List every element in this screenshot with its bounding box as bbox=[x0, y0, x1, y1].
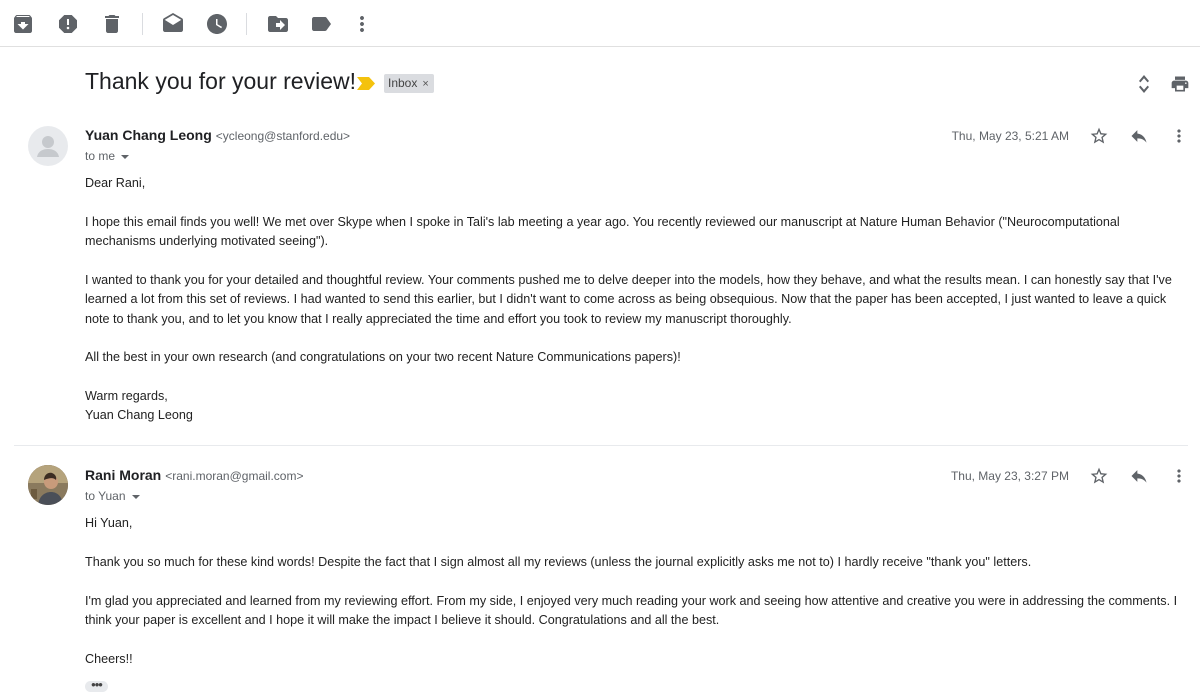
sender-email: <rani.moran@gmail.com> bbox=[165, 469, 304, 483]
message-divider bbox=[14, 445, 1188, 446]
message-body: Hi Yuan, bbox=[85, 514, 1185, 533]
star-icon[interactable] bbox=[1089, 126, 1109, 146]
chevron-down-icon bbox=[121, 154, 130, 159]
reply-icon[interactable] bbox=[1129, 126, 1149, 146]
body-paragraph: I wanted to thank you for your detailed … bbox=[85, 273, 1172, 326]
message-body: I hope this email finds you well! We met… bbox=[85, 213, 1185, 252]
label-chip-text: Inbox bbox=[388, 76, 418, 90]
recipient-details-toggle[interactable]: to Yuan bbox=[85, 489, 140, 503]
archive-icon[interactable] bbox=[11, 12, 35, 36]
thread-subject: Thank you for your review! bbox=[85, 68, 357, 94]
body-paragraph: Thank you so much for these kind words! … bbox=[85, 555, 1032, 569]
message-body: Cheers!! bbox=[85, 650, 1185, 669]
star-icon[interactable] bbox=[1089, 466, 1109, 486]
body-paragraph: Warm regards, bbox=[85, 389, 168, 403]
toolbar-separator bbox=[142, 13, 143, 35]
label-chip-inbox: Inbox × bbox=[384, 74, 434, 93]
more-vert-icon[interactable] bbox=[1169, 126, 1189, 146]
print-icon[interactable] bbox=[1170, 73, 1190, 95]
move-to-icon[interactable] bbox=[266, 12, 290, 36]
sender-name-text: Yuan Chang Leong bbox=[85, 127, 212, 143]
sender-name[interactable]: Rani Moran <rani.moran@gmail.com> bbox=[85, 467, 303, 483]
avatar-default-icon bbox=[28, 126, 68, 166]
delete-icon[interactable] bbox=[100, 12, 124, 36]
avatar-photo bbox=[28, 465, 68, 505]
body-paragraph: All the best in your own research (and c… bbox=[85, 350, 681, 364]
label-icon[interactable] bbox=[309, 12, 333, 36]
body-paragraph: Yuan Chang Leong bbox=[85, 408, 193, 423]
body-paragraph: I hope this email finds you well! We met… bbox=[85, 215, 1120, 249]
body-paragraph: Dear Rani, bbox=[85, 176, 146, 190]
more-vert-icon[interactable] bbox=[1169, 466, 1189, 486]
thread-toolbar bbox=[0, 0, 1200, 47]
chevron-down-icon bbox=[131, 494, 140, 499]
snooze-icon[interactable] bbox=[205, 12, 229, 36]
mark-unread-icon[interactable] bbox=[161, 12, 185, 36]
message-body: Thank you so much for these kind words! … bbox=[85, 553, 1185, 572]
message-body: Warm regards, Yuan Chang Leong bbox=[85, 387, 1185, 426]
message-body: All the best in your own research (and c… bbox=[85, 348, 1185, 367]
sender-name-text: Rani Moran bbox=[85, 467, 162, 483]
message-body: I'm glad you appreciated and learned fro… bbox=[85, 592, 1185, 631]
message-date: Thu, May 23, 5:21 AM bbox=[951, 129, 1069, 143]
recipient-text: to me bbox=[85, 149, 116, 163]
sender-name[interactable]: Yuan Chang Leong <ycleong@stanford.edu> bbox=[85, 127, 350, 143]
more-vert-icon[interactable] bbox=[350, 12, 374, 36]
message-body: I wanted to thank you for your detailed … bbox=[85, 271, 1185, 329]
body-paragraph: I'm glad you appreciated and learned fro… bbox=[85, 594, 1178, 628]
message-date: Thu, May 23, 3:27 PM bbox=[950, 469, 1069, 483]
recipient-details-toggle[interactable]: to me bbox=[85, 149, 130, 163]
sender-email: <ycleong@stanford.edu> bbox=[215, 129, 351, 143]
body-paragraph: Cheers!! bbox=[85, 652, 133, 666]
report-spam-icon[interactable] bbox=[56, 12, 80, 36]
reply-icon[interactable] bbox=[1129, 466, 1149, 486]
toolbar-separator bbox=[246, 13, 247, 35]
body-paragraph: Hi Yuan, bbox=[85, 516, 133, 530]
message-body: Dear Rani, bbox=[85, 174, 1185, 193]
expand-collapse-icon[interactable] bbox=[1134, 73, 1154, 95]
recipient-text: to Yuan bbox=[85, 489, 126, 503]
importance-marker-icon[interactable] bbox=[357, 77, 375, 90]
show-trimmed-content-button[interactable]: ••• bbox=[85, 678, 108, 692]
label-remove-button[interactable]: × bbox=[422, 78, 428, 90]
